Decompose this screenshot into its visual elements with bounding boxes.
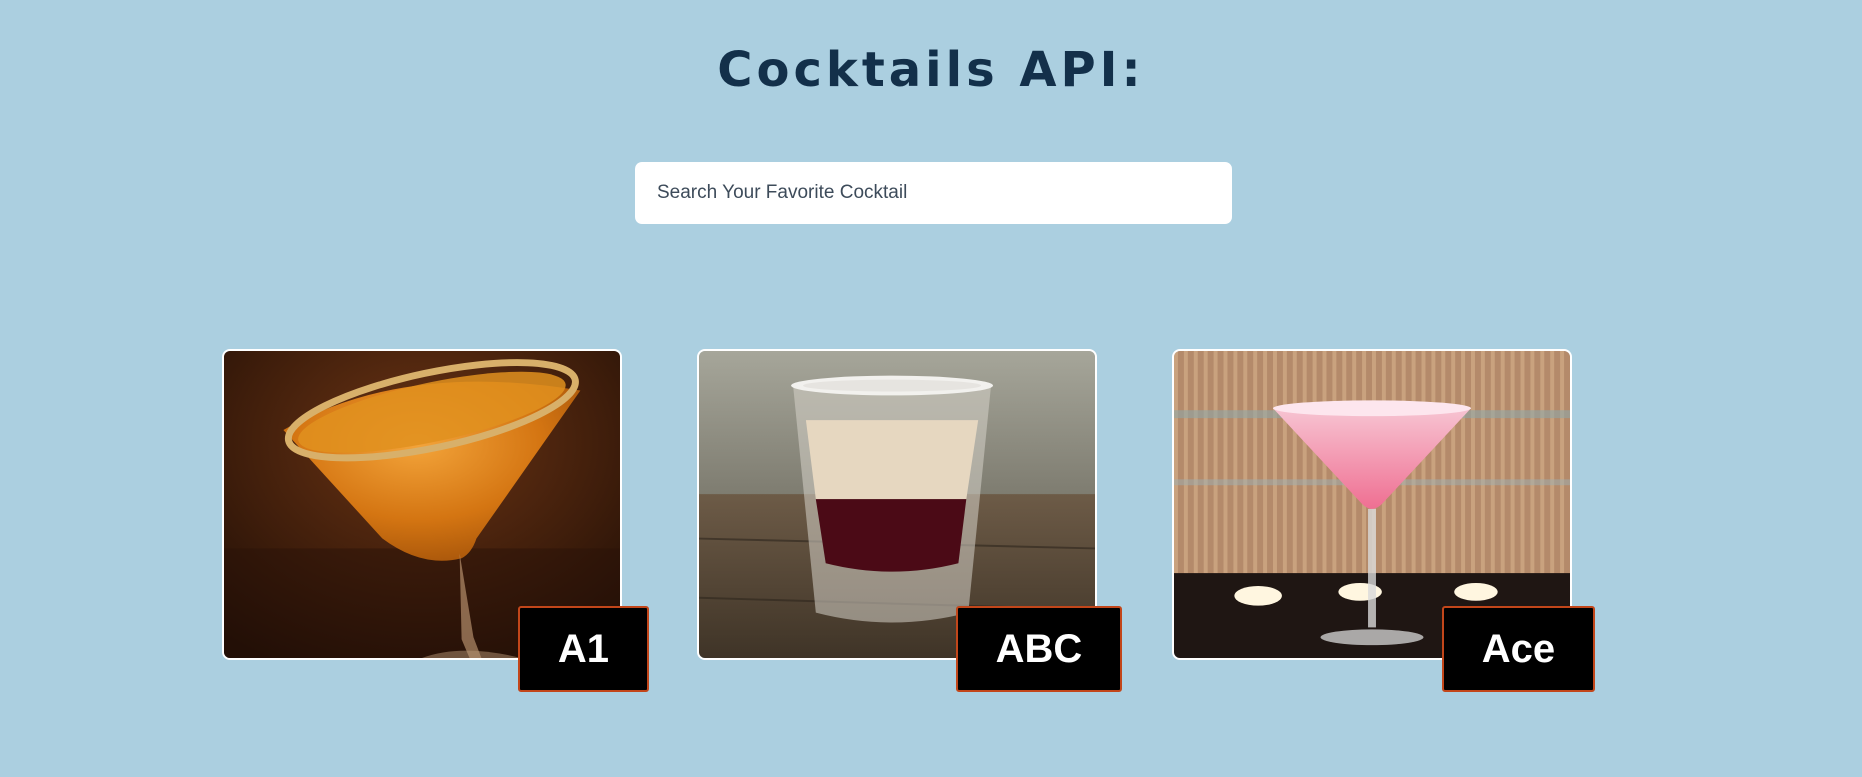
cocktail-card-abc[interactable]: ABC — [697, 349, 1122, 692]
cocktail-card-ace[interactable]: Ace — [1172, 349, 1595, 692]
page-title: Cocktails API: — [717, 42, 1145, 98]
cocktail-name-ace: Ace — [1442, 606, 1595, 692]
cocktail-card-a1[interactable]: A1 — [222, 349, 649, 692]
cocktail-name-abc: ABC — [956, 606, 1122, 692]
search-input[interactable] — [635, 162, 1232, 224]
cocktail-name-a1: A1 — [518, 606, 649, 692]
